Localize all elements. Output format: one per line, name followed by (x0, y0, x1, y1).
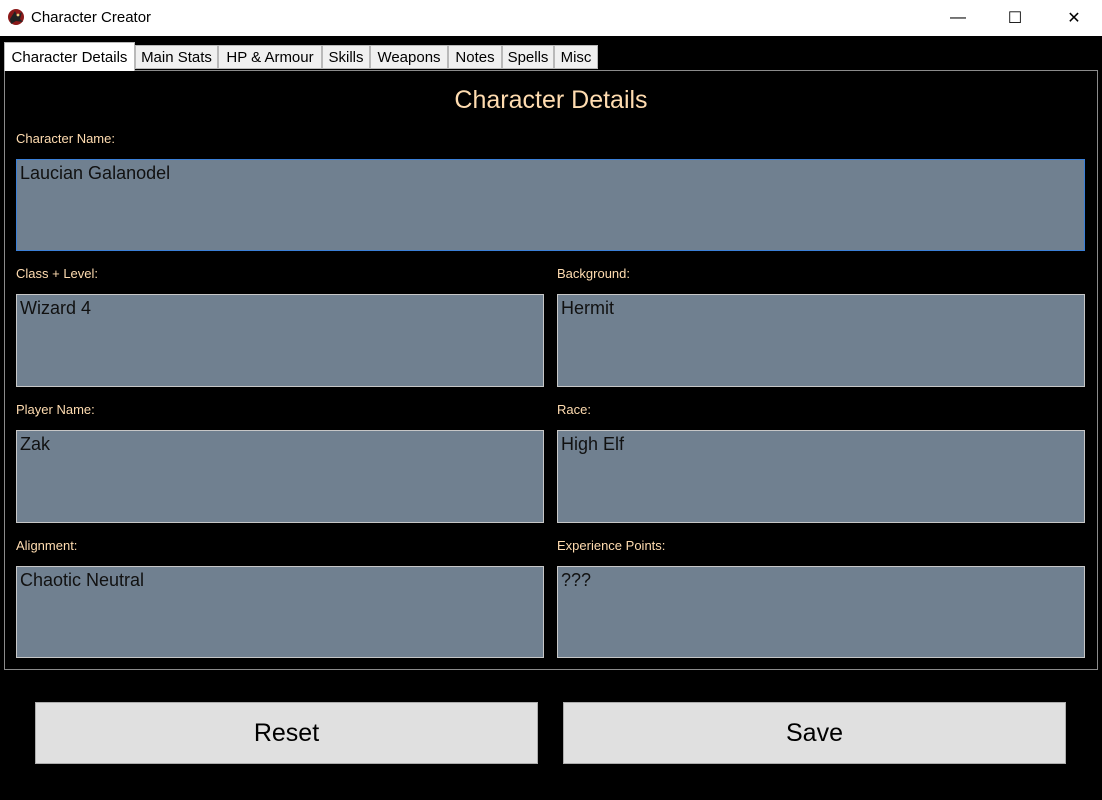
alignment-label: Alignment: (16, 538, 78, 553)
close-button[interactable]: ✕ (1051, 0, 1097, 36)
background-label: Background: (557, 266, 630, 281)
page-title: Character Details (454, 86, 648, 114)
reset-button[interactable]: Reset (35, 702, 538, 764)
maximize-button[interactable]: ☐ (992, 0, 1038, 36)
class-level-label: Class + Level: (16, 266, 99, 281)
alignment-field[interactable]: Chaotic Neutral (16, 566, 544, 658)
minimize-icon: — (950, 9, 966, 26)
tab-notes[interactable]: Notes (448, 45, 502, 69)
tab-misc[interactable]: Misc (554, 45, 598, 69)
dragon-icon (8, 9, 24, 25)
player-name-field[interactable]: Zak (16, 430, 544, 523)
close-icon: ✕ (1067, 10, 1081, 27)
tab-skills[interactable]: Skills (322, 45, 370, 69)
tab-spells[interactable]: Spells (502, 45, 554, 69)
experience-points-label: Experience Points: (557, 538, 666, 553)
tab-weapons[interactable]: Weapons (370, 45, 448, 69)
save-button[interactable]: Save (563, 702, 1066, 764)
player-name-label: Player Name: (16, 402, 95, 417)
race-field[interactable]: High Elf (557, 430, 1085, 523)
class-level-field[interactable]: Wizard 4 (16, 294, 544, 387)
tab-hp-armour[interactable]: HP & Armour (218, 45, 322, 69)
experience-points-field[interactable]: ??? (557, 566, 1085, 658)
window-title: Character Creator (31, 9, 152, 26)
character-name-field[interactable]: Laucian Galanodel (16, 159, 1085, 251)
tab-character-details[interactable]: Character Details (4, 42, 135, 71)
tab-main-stats[interactable]: Main Stats (135, 45, 218, 69)
race-label: Race: (557, 402, 591, 417)
background-field[interactable]: Hermit (557, 294, 1085, 387)
title-bar: Character Creator — ☐ ✕ (0, 0, 1102, 36)
maximize-icon: ☐ (1007, 10, 1023, 27)
minimize-button[interactable]: — (935, 0, 981, 36)
character-name-label: Character Name: (16, 131, 115, 146)
